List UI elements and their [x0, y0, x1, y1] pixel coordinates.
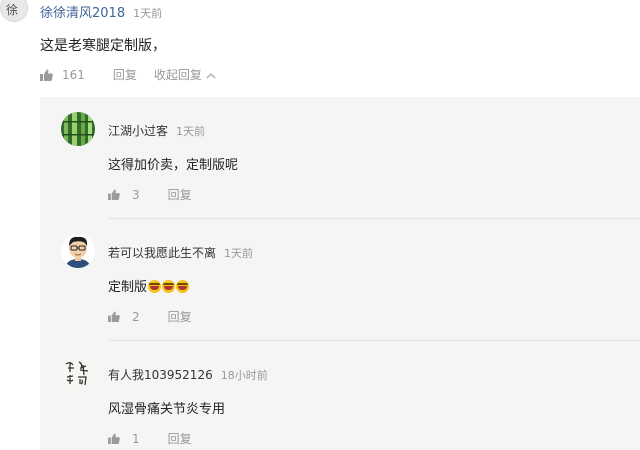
laughing-emoji-icon: [162, 280, 176, 293]
reply-button[interactable]: 回复: [168, 186, 192, 203]
bamboo-avatar-icon: [61, 112, 95, 146]
reply-item: 若可以我愿此生不离 1天前 定制版 2 回复: [40, 219, 640, 341]
reply-actions: 2 回复: [108, 308, 209, 325]
reply-actions: 1 回复: [108, 430, 209, 447]
thumbs-up-icon: [108, 311, 120, 322]
username-text[interactable]: 江湖小过客: [108, 124, 168, 138]
like-count: 3: [132, 187, 140, 202]
avatar[interactable]: 徐: [0, 0, 28, 22]
reply-actions: 3 回复: [108, 186, 209, 203]
avatar[interactable]: [61, 234, 95, 268]
like-button[interactable]: 161: [40, 68, 85, 82]
timestamp: 1天前: [224, 247, 254, 260]
collapse-label: 收起回复: [153, 68, 202, 82]
reply-button[interactable]: 回复: [113, 66, 137, 83]
thumbs-up-icon: [40, 69, 53, 81]
timestamp: 18小时前: [220, 369, 268, 382]
reply-button[interactable]: 回复: [168, 430, 192, 447]
username[interactable]: 徐徐清风2018 1天前: [40, 2, 162, 21]
like-count: 2: [132, 309, 140, 324]
like-count: 1: [132, 431, 140, 446]
username[interactable]: 若可以我愿此生不离 1天前: [108, 244, 253, 261]
laughing-emoji-icon: [176, 280, 190, 293]
comment-actions: 161 回复 收起回复: [40, 66, 216, 83]
top-comment: 徐 徐徐清风2018 1天前 这是老寒腿定制版， 161 回复 收起回复: [0, 0, 640, 96]
chevron-up-icon: [206, 68, 216, 82]
reply-text: 风湿骨痛关节炎专用: [108, 402, 226, 417]
reply-button[interactable]: 回复: [168, 308, 192, 325]
reply-item: 江湖小过客 1天前 这得加价卖，定制版呢 3 回复: [40, 97, 640, 219]
username[interactable]: 有人我103952126 18小时前: [108, 366, 268, 383]
calligraphy-avatar-icon: [61, 356, 95, 390]
laughing-emoji-icon: [148, 280, 162, 293]
username-text[interactable]: 徐徐清风2018: [40, 6, 125, 21]
replies-panel: 江湖小过客 1天前 这得加价卖，定制版呢 3 回复 若可以我愿此生不离 1天前 …: [40, 97, 640, 450]
avatar[interactable]: [61, 112, 95, 146]
timestamp: 1天前: [176, 125, 206, 138]
reply-text: 这得加价卖，定制版呢: [108, 158, 239, 173]
cartoon-man-avatar-icon: [61, 234, 95, 268]
reply-text-content: 定制版: [108, 280, 148, 295]
like-button[interactable]: 1: [108, 432, 140, 446]
like-button[interactable]: 3: [108, 188, 140, 202]
like-button[interactable]: 2: [108, 310, 140, 324]
username-text[interactable]: 若可以我愿此生不离: [108, 246, 216, 260]
thumbs-up-icon: [108, 189, 120, 200]
thumbs-up-icon: [108, 433, 120, 444]
username-text[interactable]: 有人我103952126: [108, 368, 213, 382]
collapse-replies-button[interactable]: 收起回复: [154, 66, 216, 83]
avatar[interactable]: [61, 356, 95, 390]
username[interactable]: 江湖小过客 1天前: [108, 122, 205, 139]
reply-item: 有人我103952126 18小时前 风湿骨痛关节炎专用 1 回复: [40, 341, 640, 450]
timestamp: 1天前: [133, 7, 163, 20]
reply-text: 定制版: [108, 276, 190, 295]
avatar-glyph: 徐: [6, 3, 19, 17]
like-count: 161: [62, 67, 85, 82]
comment-text: 这是老寒腿定制版，: [40, 38, 166, 54]
